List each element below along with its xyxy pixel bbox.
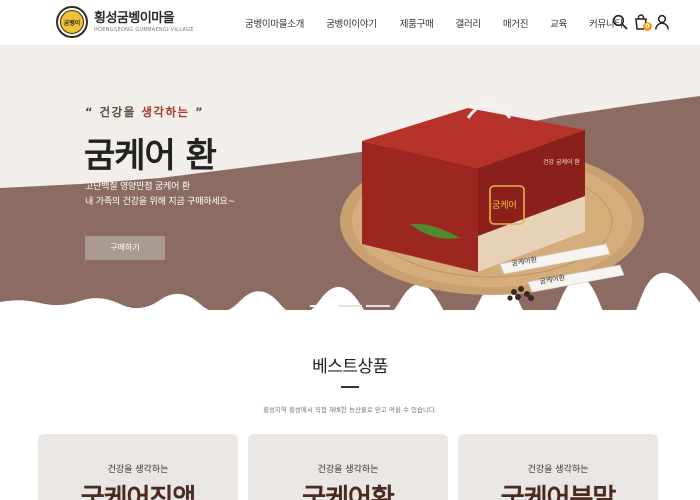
logo-name: 횡성굼벵이마을 xyxy=(94,10,175,26)
hero-title: 굼케어 환 xyxy=(84,136,217,176)
cart-icon[interactable]: 0 xyxy=(633,14,652,31)
product-card-title: 굼케어진액 xyxy=(80,484,197,500)
user-icon[interactable] xyxy=(654,14,670,30)
logo[interactable]: 굼벵이 횡성굼벵이마을 HOENGSEONG GUMBAENGI VILLAGE xyxy=(56,6,194,38)
search-icon[interactable] xyxy=(612,14,628,30)
hero-subtitle-close: ” xyxy=(189,105,205,119)
hero-subtitle-accent: 생각하는 xyxy=(141,105,190,119)
logo-badge: 굼벵이 xyxy=(56,6,88,38)
slider-dot-3[interactable] xyxy=(366,305,390,307)
box-label: 굼케어 xyxy=(492,200,517,211)
best-section-title: 베스트상품 xyxy=(312,357,388,377)
hero-subtitle-open: “ 건강을 xyxy=(85,105,142,119)
hero-desc-line-1: 고단백질 영양만점 굼케어 환 xyxy=(85,182,190,192)
nav-item-village-intro[interactable]: 굼벵이마을소개 xyxy=(245,16,304,30)
product-card-title: 굼케어환 xyxy=(302,484,395,500)
hero-description: 고단백질 영양만점 굼케어 환 내 가족의 건강을 위해 지금 구매하세요~ xyxy=(85,180,235,210)
best-section-description: 횡성지역 횡성에서 직접 재배한 농산물로 믿고 먹을 수 있습니다. xyxy=(262,406,438,414)
site-header: 굼벵이 횡성굼벵이마을 HOENGSEONG GUMBAENGI VILLAGE… xyxy=(0,0,700,46)
hero-subtitle: “ 건강을 생각하는 ” xyxy=(85,104,204,120)
product-card-subtitle: 건강을 생각하는 xyxy=(317,465,379,475)
title-underline xyxy=(341,386,359,388)
nav-item-magazine[interactable]: 매거진 xyxy=(503,16,529,30)
nav-item-education[interactable]: 교육 xyxy=(550,16,567,30)
cart-count-badge: 0 xyxy=(643,22,652,31)
nav-item-gallery[interactable]: 갤러리 xyxy=(456,16,482,30)
product-card-hwan[interactable]: 건강을 생각하는 굼케어환 xyxy=(248,434,448,500)
main-nav: 굼벵이마을소개 굼벵이이야기 제품구매 갤러리 매거진 교육 커뮤니티 xyxy=(245,0,645,46)
product-card-title: 굼케어분말 xyxy=(500,484,617,500)
logo-badge-text: 굼벵이 xyxy=(60,10,84,34)
nav-item-products[interactable]: 제품구매 xyxy=(400,16,434,30)
slider-pagination xyxy=(310,305,394,307)
logo-english: HOENGSEONG GUMBAENGI VILLAGE xyxy=(94,26,194,33)
slider-dot-2[interactable] xyxy=(338,305,362,307)
product-card-subtitle: 건강을 생각하는 xyxy=(107,465,169,475)
hero-desc-line-2: 내 가족의 건강을 위해 지금 구매하세요~ xyxy=(85,197,235,207)
hero-banner: 굼케어 건강 굼케어 환 굼케어환 굼케어환 “ 건강을 생각하는 ” 굼케어 … xyxy=(0,46,700,310)
hero-background: 굼케어 건강 굼케어 환 굼케어환 굼케어환 xyxy=(0,46,700,310)
buy-button[interactable]: 구매하기 xyxy=(85,236,165,260)
slider-dot-1[interactable] xyxy=(310,305,334,307)
nav-item-story[interactable]: 굼벵이이야기 xyxy=(326,16,377,30)
box-side-label: 건강 굼케어 환 xyxy=(543,158,580,166)
product-card-jinaek[interactable]: 건강을 생각하는 굼케어진액 xyxy=(38,434,238,500)
product-card-bunmal[interactable]: 건강을 생각하는 굼케어분말 xyxy=(458,434,658,500)
product-card-subtitle: 건강을 생각하는 xyxy=(527,465,589,475)
